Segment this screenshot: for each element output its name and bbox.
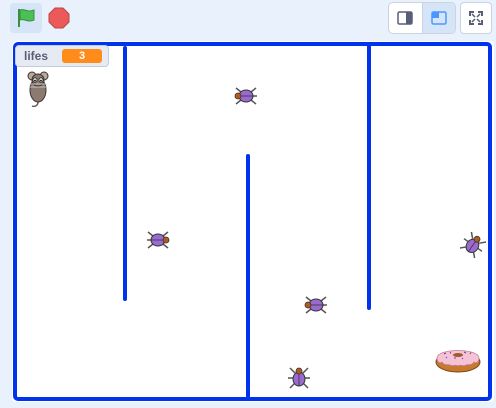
- beetle-sprite[interactable]: [459, 231, 487, 263]
- beetle-icon: [147, 231, 170, 249]
- lifes-monitor: lifes 3: [15, 45, 109, 67]
- large-stage-icon: [431, 11, 447, 25]
- beetle-icon: [234, 87, 257, 105]
- beetle-icon: [459, 231, 487, 259]
- beetle-icon: [288, 367, 310, 389]
- stop-button[interactable]: [44, 3, 74, 33]
- mouse-sprite[interactable]: [24, 68, 52, 113]
- fullscreen-button[interactable]: [460, 2, 492, 34]
- beetle-sprite[interactable]: [145, 228, 171, 257]
- stage-toolbar: [0, 0, 496, 40]
- beetle-sprite[interactable]: [303, 293, 329, 322]
- monitor-label: lifes: [24, 49, 49, 63]
- fullscreen-icon: [469, 11, 483, 25]
- green-flag-icon: [18, 9, 35, 27]
- small-stage-button[interactable]: [389, 3, 422, 33]
- stage-size-toggle: [388, 2, 456, 34]
- donut-icon: [435, 350, 481, 373]
- small-stage-icon: [397, 11, 413, 25]
- beetle-icon: [304, 296, 327, 314]
- beetle-sprite[interactable]: [233, 84, 259, 113]
- beetle-sprite[interactable]: [286, 365, 312, 396]
- mouse-icon: [27, 71, 49, 108]
- stop-sign-icon: [48, 7, 70, 29]
- large-stage-button[interactable]: [421, 3, 455, 33]
- green-flag-button[interactable]: [10, 3, 42, 33]
- donut-sprite[interactable]: [434, 344, 482, 379]
- monitor-value: 3: [62, 49, 102, 63]
